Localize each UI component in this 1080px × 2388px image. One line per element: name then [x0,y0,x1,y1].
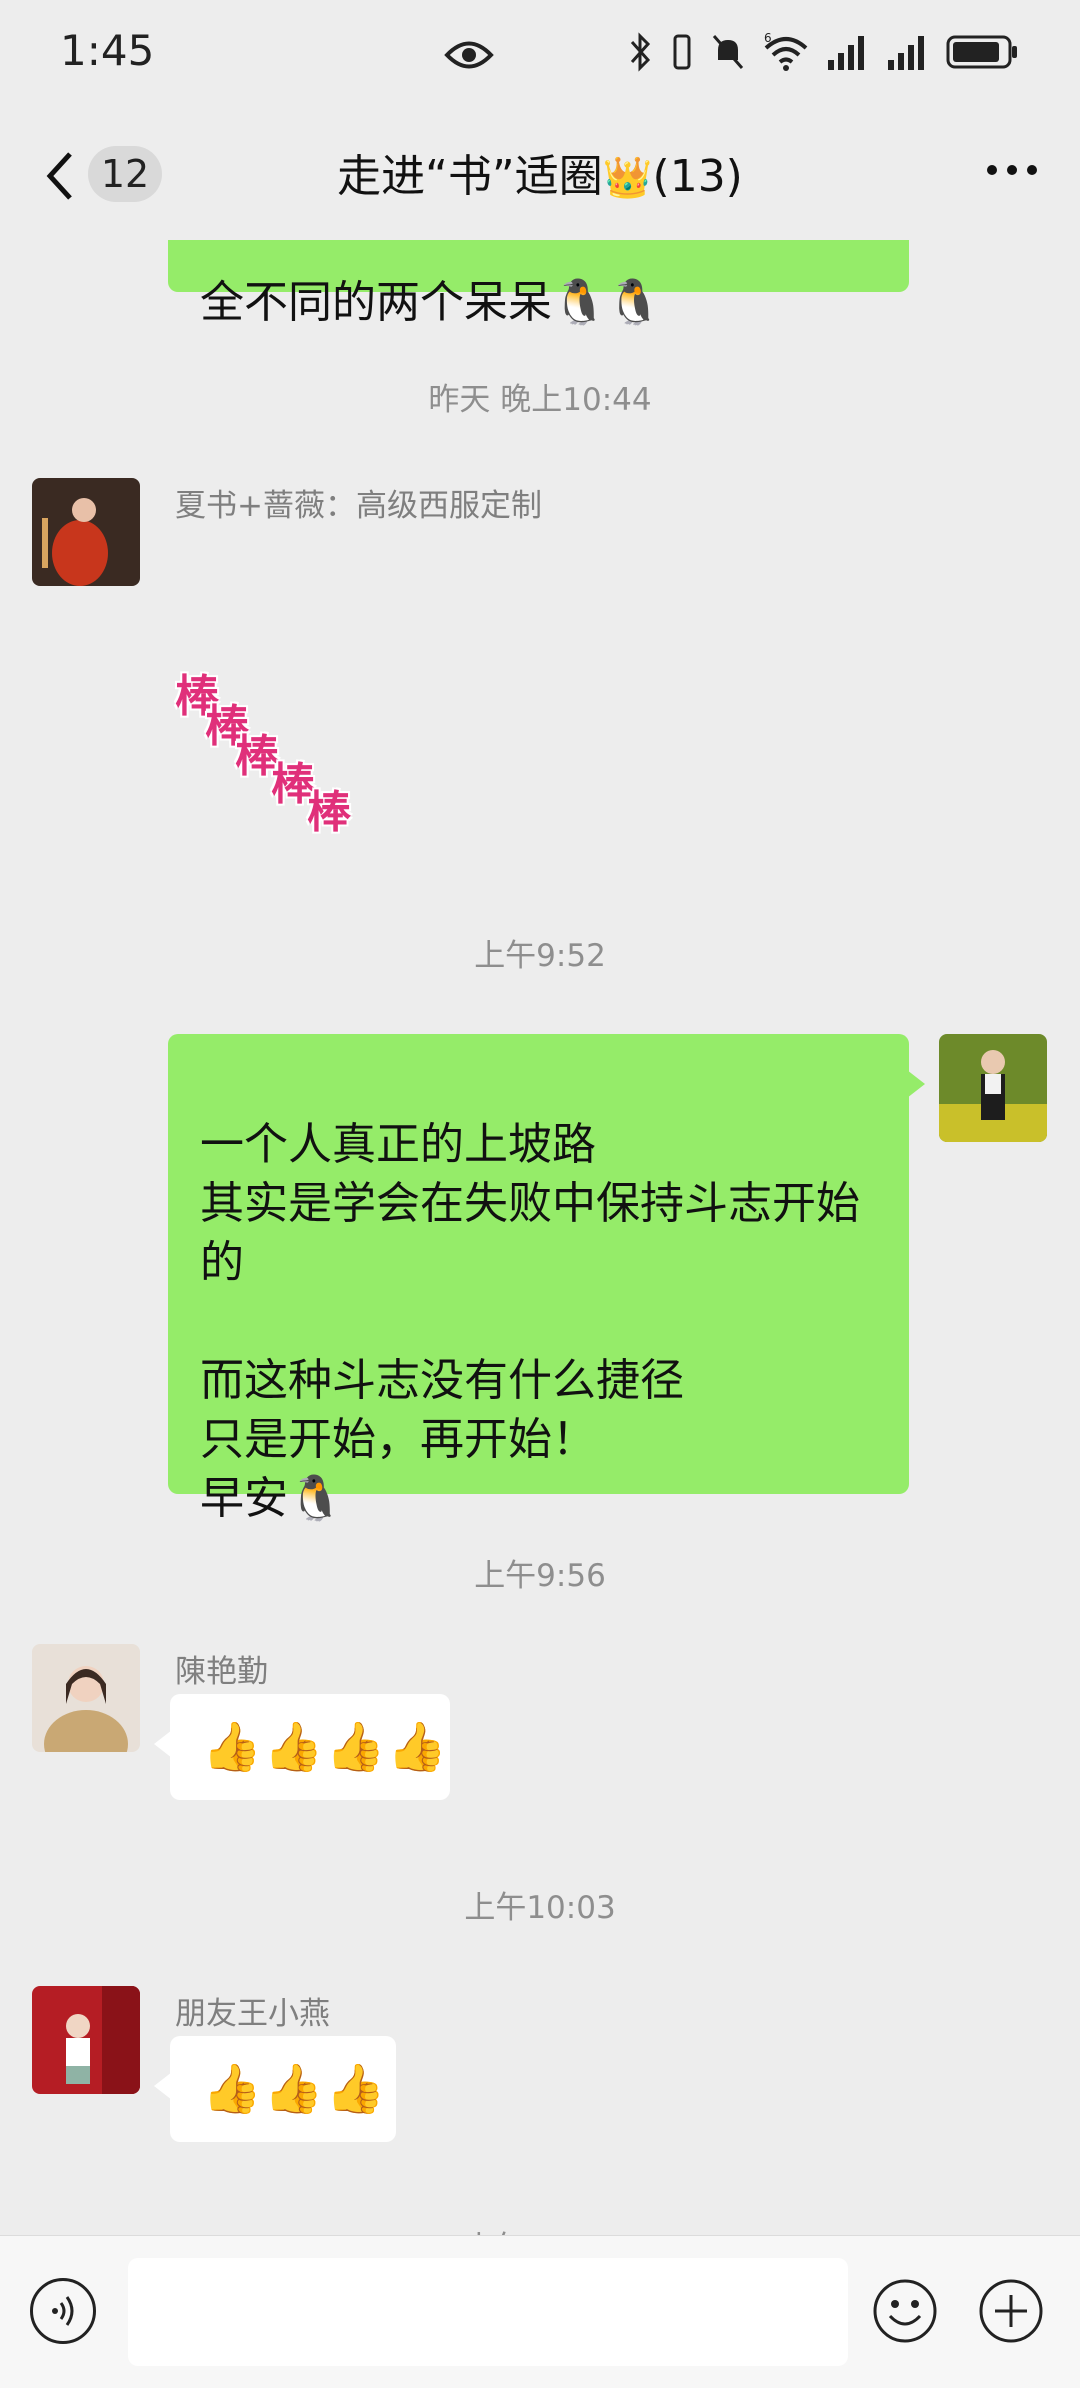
mute-icon [712,35,744,69]
message-bubble-incoming[interactable]: 👍👍👍👍 [154,1694,450,1800]
emoji-icon[interactable] [872,2278,938,2344]
voice-icon [52,2296,74,2326]
avatar-image [32,478,140,586]
avatar-image [32,1644,140,1752]
chat-messages[interactable]: 全不同的两个呆呆🐧🐧 昨天 晚上10:44 夏书+蔷薇：高级西服定制 棒 棒 棒… [0,240,1080,2235]
sticker-image[interactable]: 棒 棒 棒 棒 棒 [175,660,375,860]
member-count: (13) [652,151,743,202]
timestamp: 上午9:52 [474,938,606,974]
timestamp-partial: 上午10:11 [0,2222,1080,2235]
thumbs-up-emojis: 👍👍👍👍 [202,1719,450,1775]
message-bubble-incoming[interactable]: 👍👍👍 [154,2036,396,2142]
message-bubble-outgoing[interactable]: 一个人真正的上坡路 其实是学会在失败中保持斗志开始 的 而这种斗志没有什么捷径 … [168,1034,925,1524]
chat-title-text: 走进“书”适圈 [337,151,603,202]
avatar[interactable] [32,478,140,586]
voice-input-button[interactable] [30,2278,96,2344]
vibrate-icon [673,34,691,70]
signal-icon-2 [888,36,924,70]
crown-emoji: 👑 [602,155,653,201]
timestamp: 昨天 晚上10:44 [428,382,652,418]
message-text: 一个人真正的上坡路 其实是学会在失败中保持斗志开始 的 而这种斗志没有什么捷径 … [200,1119,860,1524]
sender-name: 朋友王小燕 [175,1996,330,2032]
signal-icon-1 [828,36,864,70]
avatar-image [32,1986,140,2094]
avatar[interactable] [32,1644,140,1752]
input-bar [0,2235,1080,2388]
timestamp: 上午9:56 [474,1558,606,1594]
sender-name: 陳艳勤 [175,1654,268,1690]
my-avatar[interactable] [939,1034,1047,1142]
message-bubble-partial[interactable]: 全不同的两个呆呆🐧🐧 [168,240,909,328]
chat-title: 走进“书”适圈👑(13) [0,140,1080,204]
sticker-char: 棒 [307,787,351,838]
wifi-icon: 6 [764,32,808,71]
penguin-emoji: 🐧 [288,1473,343,1524]
plus-icon[interactable] [978,2278,1044,2344]
status-bar: 1:45 6 [0,0,1080,110]
battery-icon [946,35,1017,69]
status-time: 1:45 [60,26,155,75]
avatar-image [939,1034,1047,1142]
thumbs-up-emojis: 👍👍👍 [202,2061,388,2117]
penguin-emoji: 🐧🐧 [552,277,662,328]
avatar[interactable] [32,1986,140,2094]
message-input[interactable] [128,2258,848,2366]
bluetooth-icon [630,32,651,72]
more-options-icon[interactable] [984,160,1040,180]
wifi-generation: 6 [764,32,772,45]
sender-name: 夏书+蔷薇：高级西服定制 [175,488,542,524]
partial-message-text: 全不同的两个呆呆 [200,277,552,328]
system-icons: 6 [628,32,1020,72]
eye-icon [444,41,494,69]
timestamp: 上午10:03 [464,1890,616,1926]
nav-bar: 12 走进“书”适圈👑(13) [0,110,1080,240]
